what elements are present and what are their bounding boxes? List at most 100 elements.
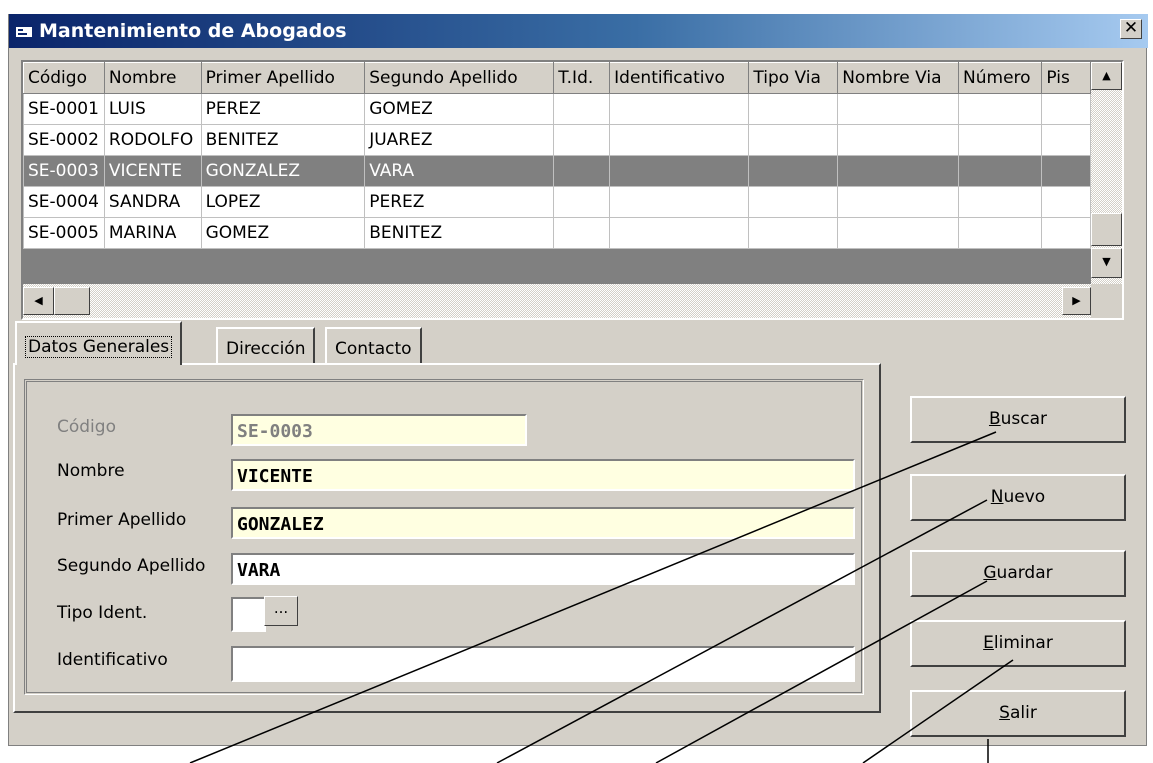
table-cell[interactable] <box>553 186 611 218</box>
tab-datos-generales[interactable]: Datos Generales <box>15 321 183 365</box>
table-cell[interactable] <box>1041 155 1091 187</box>
eliminar-button[interactable]: Eliminar <box>910 620 1126 667</box>
horizontal-scrollbar[interactable]: ◀ ▶ <box>23 284 1091 318</box>
table-cell[interactable]: VICENTE <box>103 155 202 187</box>
table-cell[interactable] <box>609 93 750 125</box>
buscar-button[interactable]: Buscar <box>910 396 1126 443</box>
table-cell[interactable] <box>553 124 611 156</box>
table-cell[interactable] <box>837 124 960 156</box>
table-cell[interactable]: GOMEZ <box>364 93 555 125</box>
table-cell[interactable]: LUIS <box>103 93 202 125</box>
table-cell[interactable] <box>1041 124 1091 156</box>
column-header[interactable]: Segundo Apellido <box>364 62 555 94</box>
table-cell[interactable] <box>958 93 1043 125</box>
table-cell[interactable]: GONZALEZ <box>200 155 366 187</box>
table-cell[interactable] <box>837 93 960 125</box>
table-cell[interactable]: VARA <box>364 155 555 187</box>
scroll-corner <box>1091 284 1122 318</box>
column-header[interactable]: Identificativo <box>609 62 750 94</box>
column-header[interactable]: Tipo Via <box>748 62 839 94</box>
table-cell[interactable]: PEREZ <box>364 186 555 218</box>
table-cell[interactable] <box>837 155 960 187</box>
table-cell[interactable]: PEREZ <box>200 93 366 125</box>
tab-contacto[interactable]: Contacto <box>325 327 422 363</box>
table-cell[interactable]: SE-0004 <box>23 186 105 218</box>
identificativo-field[interactable] <box>231 646 855 682</box>
salir-button[interactable]: Salir <box>910 690 1126 737</box>
column-header[interactable]: Código <box>23 62 105 94</box>
grid-table: Código Nombre Primer Apellido Segundo Apell… <box>23 62 1091 249</box>
table-cell[interactable] <box>609 155 750 187</box>
table-row[interactable]: SE-0004 SANDRA LOPEZ PEREZ <box>23 186 1091 218</box>
table-cell[interactable] <box>553 93 611 125</box>
app-icon <box>16 24 32 37</box>
table-cell[interactable] <box>748 217 839 249</box>
scroll-up-icon[interactable]: ▲ <box>1091 62 1122 90</box>
primer-apellido-field[interactable]: GONZALEZ <box>231 507 855 539</box>
guardar-button[interactable]: Guardar <box>910 550 1126 597</box>
title-bar[interactable]: Mantenimiento de Abogados ✕ <box>9 14 1148 48</box>
identificativo-label: Identificativo <box>57 650 168 670</box>
table-row[interactable]: SE-0005 MARINA GOMEZ BENITEZ <box>23 217 1091 249</box>
nombre-label: Nombre <box>57 461 125 481</box>
segundo-apellido-label: Segundo Apellido <box>57 556 206 576</box>
table-cell[interactable] <box>748 186 839 218</box>
column-header[interactable]: T.Id. <box>553 62 611 94</box>
table-cell[interactable] <box>1041 93 1091 125</box>
column-header[interactable]: Primer Apellido <box>200 62 366 94</box>
nombre-field[interactable]: VICENTE <box>231 459 855 491</box>
table-row[interactable]: SE-0003 VICENTE GONZALEZ VARA <box>23 155 1091 187</box>
table-cell[interactable] <box>553 155 611 187</box>
nuevo-button[interactable]: Nuevo <box>910 474 1126 521</box>
codigo-field: SE-0003 <box>231 414 527 446</box>
scroll-down-icon[interactable]: ▼ <box>1091 248 1122 278</box>
tab-direccion[interactable]: Dirección <box>216 327 316 363</box>
table-cell[interactable] <box>837 186 960 218</box>
table-cell[interactable]: MARINA <box>103 217 202 249</box>
scroll-thumb[interactable] <box>1091 213 1122 246</box>
table-cell[interactable] <box>609 217 750 249</box>
table-cell[interactable]: SE-0003 <box>23 155 105 187</box>
table-cell[interactable]: GOMEZ <box>200 217 366 249</box>
close-button[interactable]: ✕ <box>1120 19 1142 39</box>
scroll-right-icon[interactable]: ▶ <box>1062 287 1091 315</box>
window-title: Mantenimiento de Abogados <box>39 20 347 42</box>
table-row[interactable]: SE-0001 LUIS PEREZ GOMEZ <box>23 93 1091 125</box>
primer-apellido-label: Primer Apellido <box>57 510 187 530</box>
scroll-left-icon[interactable]: ◀ <box>23 287 54 315</box>
table-cell[interactable] <box>958 186 1043 218</box>
close-icon: ✕ <box>1123 18 1139 38</box>
table-cell[interactable]: SANDRA <box>103 186 202 218</box>
tipo-ident-lookup-button[interactable]: ... <box>264 596 298 626</box>
table-cell[interactable] <box>958 155 1043 187</box>
table-cell[interactable]: JUAREZ <box>364 124 555 156</box>
table-cell[interactable]: BENITEZ <box>364 217 555 249</box>
table-cell[interactable]: RODOLFO <box>103 124 202 156</box>
lawyers-grid[interactable]: Código Nombre Primer Apellido Segundo Apell… <box>21 60 1124 320</box>
column-header[interactable]: Nombre Via <box>837 62 960 94</box>
tipo-ident-field[interactable] <box>231 597 266 632</box>
table-cell[interactable] <box>553 217 611 249</box>
table-row[interactable]: SE-0002 RODOLFO BENITEZ JUAREZ <box>23 124 1091 156</box>
column-header[interactable]: Nombre <box>103 62 202 94</box>
table-cell[interactable] <box>837 217 960 249</box>
hscroll-thumb[interactable] <box>54 287 90 315</box>
table-cell[interactable]: LOPEZ <box>200 186 366 218</box>
table-cell[interactable] <box>958 217 1043 249</box>
table-cell[interactable] <box>609 124 750 156</box>
segundo-apellido-field[interactable]: VARA <box>231 553 855 585</box>
table-cell[interactable] <box>609 186 750 218</box>
table-cell[interactable]: BENITEZ <box>200 124 366 156</box>
column-header[interactable]: Pis <box>1041 62 1091 94</box>
table-cell[interactable]: SE-0002 <box>23 124 105 156</box>
table-cell[interactable] <box>958 124 1043 156</box>
table-cell[interactable]: SE-0001 <box>23 93 105 125</box>
table-cell[interactable] <box>1041 217 1091 249</box>
table-cell[interactable] <box>748 93 839 125</box>
table-cell[interactable]: SE-0005 <box>23 217 105 249</box>
table-cell[interactable] <box>1041 186 1091 218</box>
table-cell[interactable] <box>748 124 839 156</box>
column-header[interactable]: Número <box>958 62 1043 94</box>
vertical-scrollbar[interactable]: ▲ ▼ <box>1091 62 1122 284</box>
table-cell[interactable] <box>748 155 839 187</box>
